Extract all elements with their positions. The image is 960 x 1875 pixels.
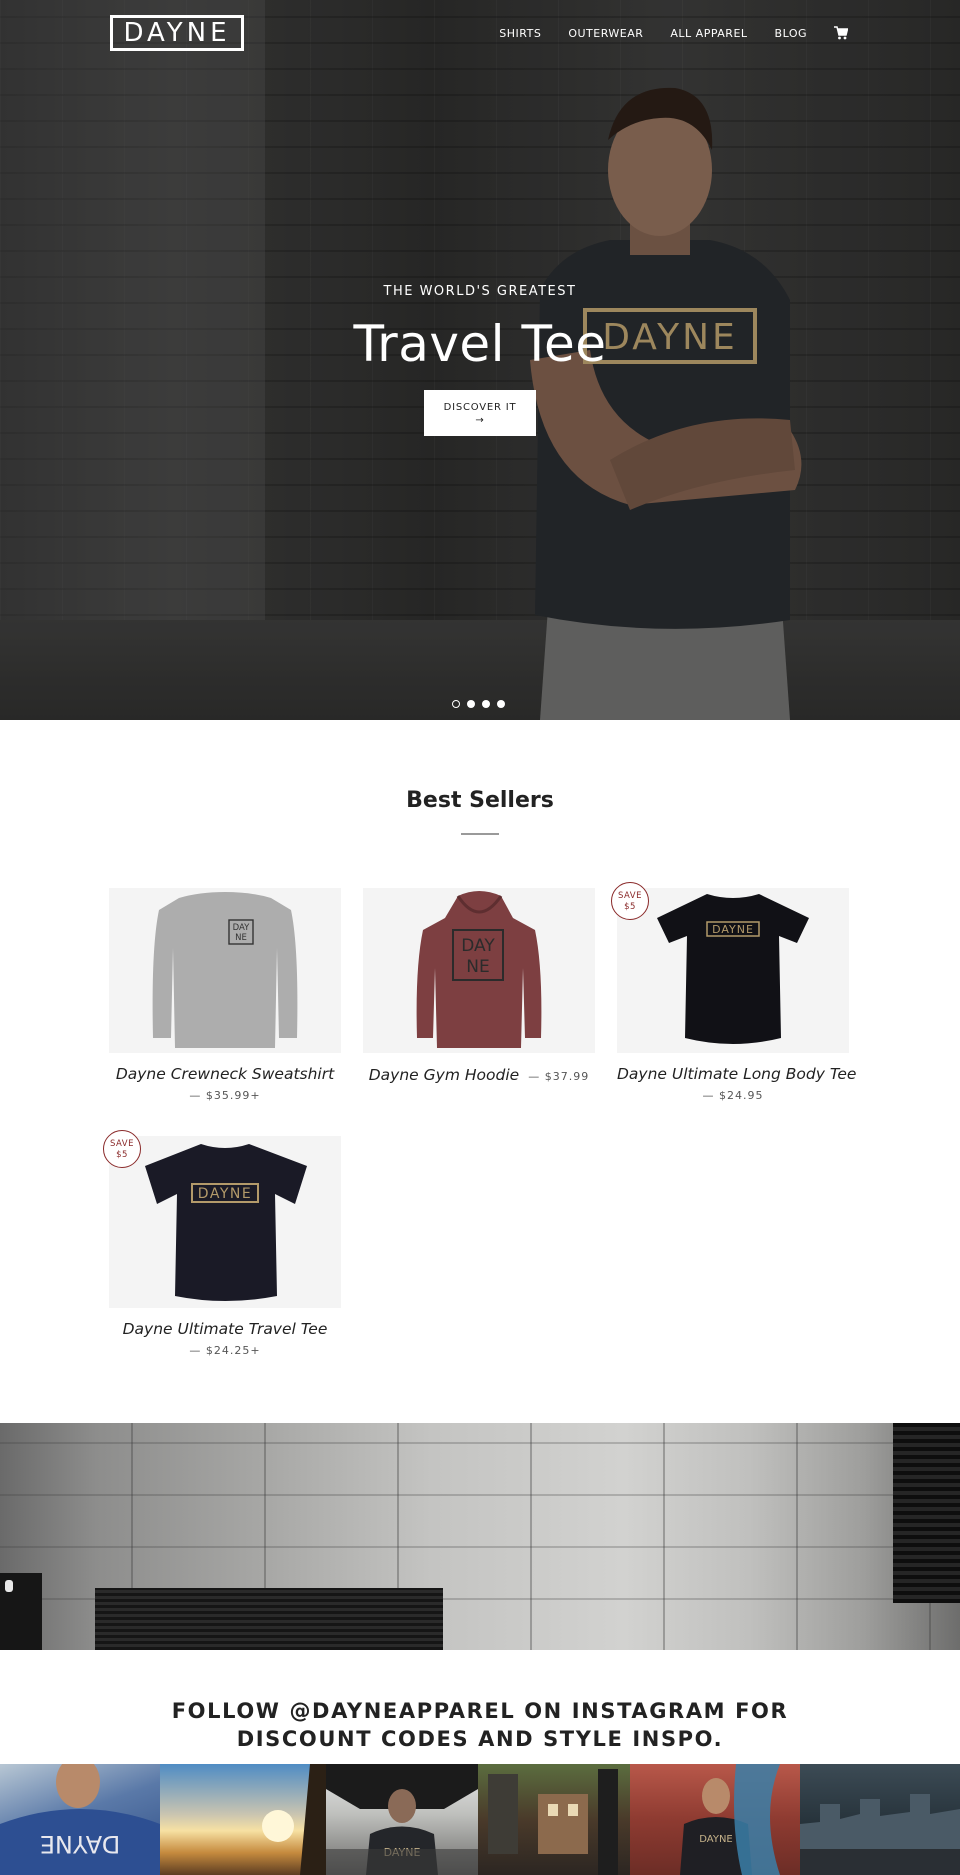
instagram-post[interactable]: DAYNE	[326, 1764, 478, 1875]
hero-subtitle: THE WORLD'S GREATEST	[383, 284, 577, 299]
instagram-post[interactable]: DAYNE	[630, 1764, 800, 1875]
nav-item-blog[interactable]: BLOG	[775, 27, 807, 40]
slide-dot[interactable]	[467, 700, 475, 708]
save-badge: SAVE $5	[103, 1130, 141, 1168]
hero-slideshow: DAYNE DAYNE SHIRTS OUTERWEAR ALL APPAREL…	[0, 0, 960, 720]
product-image: DAY NE	[109, 888, 341, 1053]
hero-title: Travel Tee	[353, 315, 607, 373]
svg-text:DAYNE: DAYNE	[198, 1186, 252, 1202]
slide-dot[interactable]	[482, 700, 490, 708]
wall-lamp	[5, 1580, 13, 1592]
instagram-post[interactable]: DAYNE	[0, 1764, 160, 1875]
slide-dot[interactable]	[497, 700, 505, 708]
product-price: — $24.95	[702, 1089, 764, 1102]
cart-icon[interactable]	[834, 26, 848, 40]
product-price: — $37.99	[528, 1070, 590, 1083]
site-logo[interactable]: DAYNE	[110, 15, 244, 51]
product-image: DAYNE	[109, 1136, 341, 1308]
svg-text:NE: NE	[235, 933, 247, 943]
best-sellers-title: Best Sellers	[406, 788, 554, 813]
product-name: Dayne Crewneck Sweatshirt	[115, 1065, 335, 1083]
svg-text:NE: NE	[466, 957, 489, 977]
product-card-travel-tee[interactable]: DAYNE SAVE $5 Dayne Ultimate Travel Tee …	[103, 1130, 341, 1357]
svg-text:DAYNE: DAYNE	[712, 923, 754, 936]
main-nav: SHIRTS OUTERWEAR ALL APPAREL BLOG	[499, 26, 848, 40]
svg-text:DAY: DAY	[461, 936, 495, 956]
product-card-long-body-tee[interactable]: DAYNE SAVE $5 Dayne Ultimate Long Body T…	[611, 882, 857, 1102]
slideshow-dots	[452, 700, 505, 708]
svg-text:DAYNE: DAYNE	[699, 1834, 733, 1845]
product-price: — $24.25+	[189, 1344, 261, 1357]
section-divider	[461, 833, 499, 835]
product-price: — $35.99+	[189, 1089, 261, 1102]
wall-vent	[95, 1588, 443, 1650]
instagram-post[interactable]	[800, 1764, 960, 1875]
discover-it-label: DISCOVER IT	[443, 402, 517, 413]
concrete-wall-banner	[0, 1423, 960, 1650]
save-badge: SAVE $5	[611, 882, 649, 920]
product-title-row: Dayne Gym Hoodie — $37.99	[363, 1065, 595, 1084]
instagram-post[interactable]	[160, 1764, 326, 1875]
nav-item-all-apparel[interactable]: ALL APPAREL	[670, 27, 747, 40]
svg-text:DAY: DAY	[233, 923, 251, 933]
wall-vent-right	[893, 1423, 960, 1603]
discover-it-button[interactable]: DISCOVER IT →	[424, 390, 536, 436]
product-image: DAYNE	[617, 888, 849, 1053]
nav-item-outerwear[interactable]: OUTERWEAR	[568, 27, 643, 40]
svg-text:DAYNE: DAYNE	[40, 1830, 120, 1858]
product-name: Dayne Ultimate Long Body Tee	[617, 1065, 857, 1083]
instagram-heading: FOLLOW @DAYNEAPPAREL ON INSTAGRAM FOR DI…	[171, 1699, 789, 1751]
nav-item-shirts[interactable]: SHIRTS	[499, 27, 541, 40]
product-name: Dayne Gym Hoodie	[368, 1066, 520, 1084]
product-card-gym-hoodie[interactable]: DAY NE Dayne Gym Hoodie — $37.99	[363, 888, 595, 1084]
product-image: DAY NE	[363, 888, 595, 1053]
product-name: Dayne Ultimate Travel Tee	[122, 1320, 328, 1338]
instagram-feed: DAYNE DAYNE DAYNE	[0, 1764, 960, 1875]
arrow-right-icon: →	[475, 415, 485, 426]
instagram-post[interactable]	[478, 1764, 630, 1875]
slide-dot[interactable]	[452, 700, 460, 708]
product-card-crewneck[interactable]: DAY NE Dayne Crewneck Sweatshirt — $35.9…	[109, 888, 341, 1102]
